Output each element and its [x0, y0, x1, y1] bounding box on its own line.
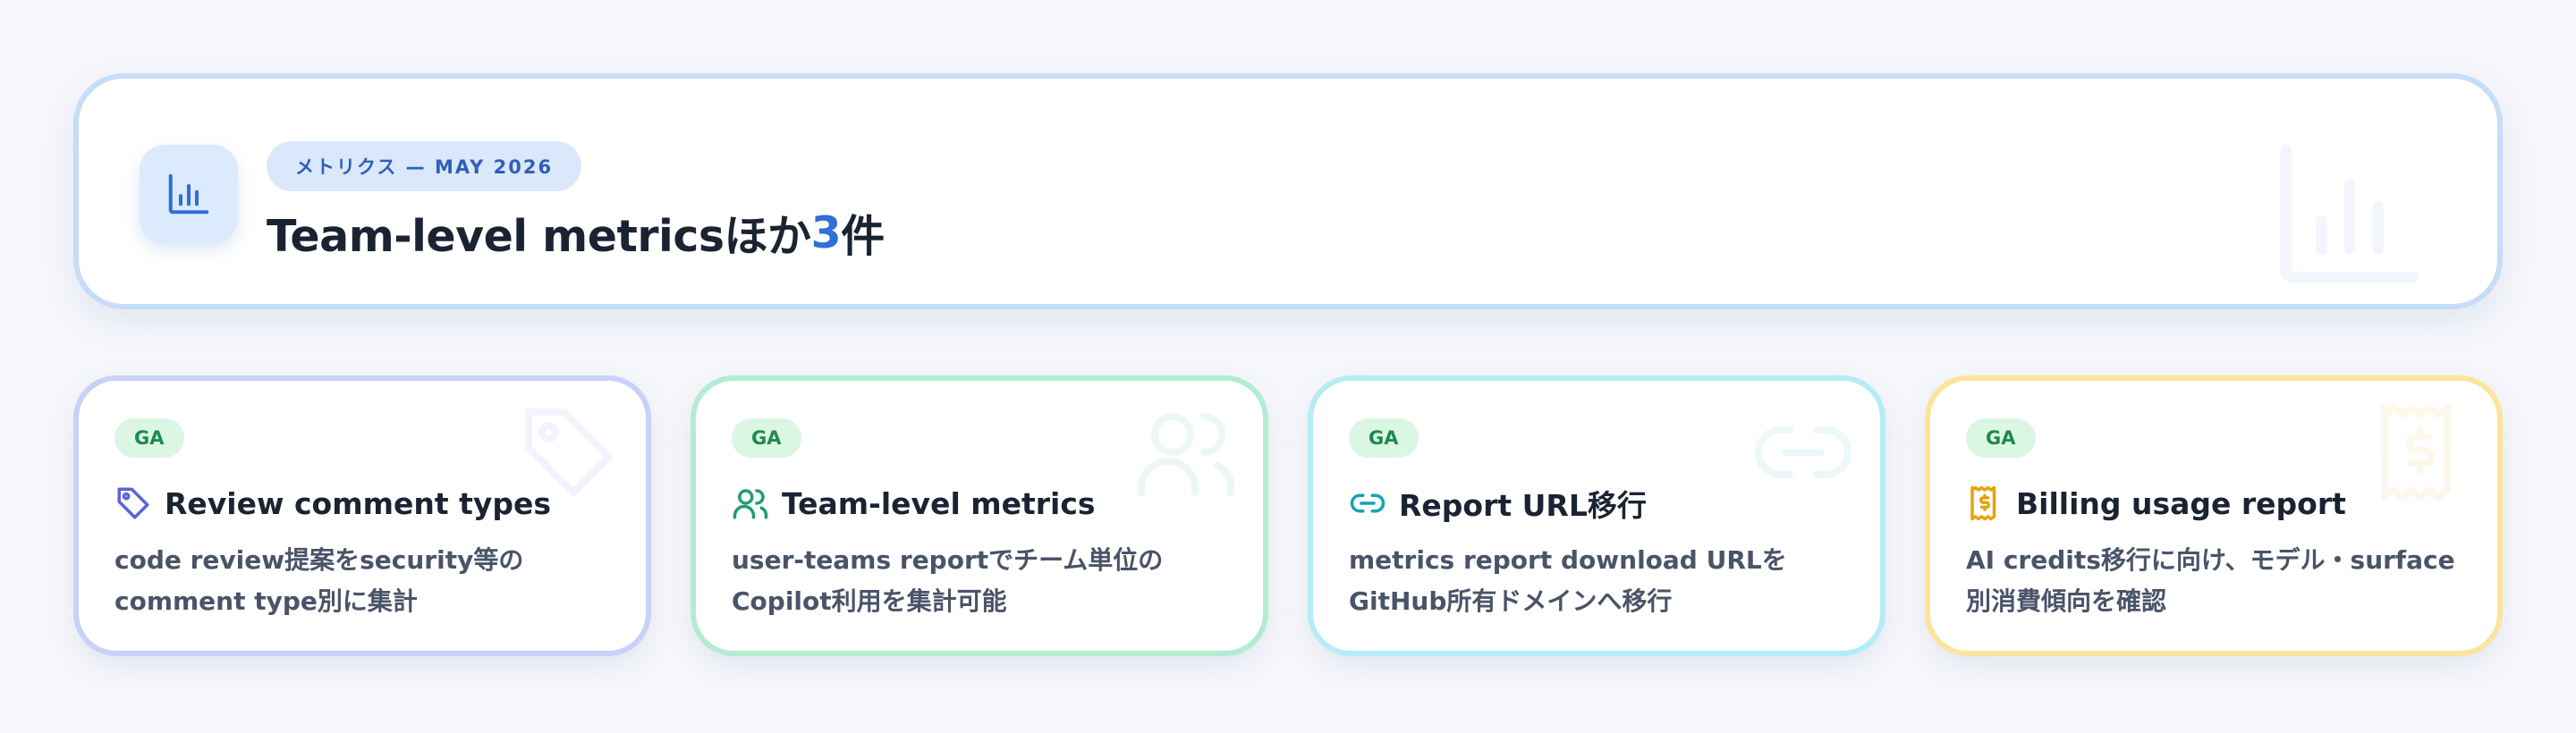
billing-icon	[1966, 484, 2004, 522]
card-description: metrics report download URLをGitHub所有ドメイン…	[1349, 545, 1787, 616]
feature-card-billing-usage-report: GA Billing usage report AI credits移行に向け、…	[1925, 375, 2503, 656]
tag-icon	[114, 484, 152, 522]
page-title: Team-level metricsほか 3 件	[267, 197, 885, 268]
card-title: Review comment types	[165, 485, 552, 521]
status-badge: GA	[1966, 418, 2036, 458]
feature-card-review-comment-types: GA Review comment types code review提案をse…	[73, 375, 651, 656]
title-suffix: 件	[841, 210, 885, 262]
card-description: AI credits移行に向け、モデル・surface別消費傾向を確認	[1966, 545, 2455, 616]
card-description: code review提案をsecurity等のcomment type別に集計	[114, 545, 524, 616]
card-header: Report URL移行	[1349, 479, 1853, 527]
bar-chart-watermark-icon	[2265, 129, 2435, 299]
category-pill: メトリクス — MAY 2026	[267, 141, 582, 191]
title-count: 3	[810, 206, 842, 258]
hero-card: メトリクス — MAY 2026 Team-level metricsほか 3 件	[73, 73, 2503, 309]
feature-card-team-level-metrics: GA Team-level metrics user-teams reportで…	[691, 375, 1268, 656]
users-icon	[732, 484, 769, 522]
bar-chart-icon	[140, 145, 238, 243]
card-header: Review comment types	[114, 479, 619, 527]
card-description: user-teams reportでチーム単位のCopilot利用を集計可能	[732, 545, 1164, 616]
card-header: Team-level metrics	[732, 479, 1236, 527]
status-badge: GA	[732, 418, 801, 458]
status-badge: GA	[1349, 418, 1419, 458]
card-title: Report URL移行	[1399, 488, 1647, 523]
card-header: Billing usage report	[1966, 479, 2470, 527]
card-title: Team-level metrics	[782, 485, 1096, 521]
page: メトリクス — MAY 2026 Team-level metricsほか 3 件 …	[0, 0, 2576, 733]
feature-card-report-url: GA Report URL移行 metrics report download …	[1308, 375, 1885, 656]
title-main: Team-level metricsほか	[267, 210, 811, 262]
card-title: Billing usage report	[2016, 485, 2346, 521]
link-icon	[1349, 484, 1386, 522]
status-badge: GA	[114, 418, 184, 458]
